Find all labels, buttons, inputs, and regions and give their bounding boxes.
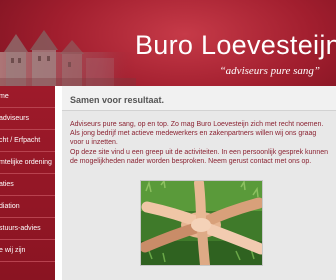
nav-item-home[interactable]: me [0,86,55,108]
nav-item-ruimtelijke-ordening[interactable]: mtelijke ordening [0,152,55,174]
nav-item-label: e wij zijn [0,247,26,254]
main-content: Samen voor resultaat. Adviseurs pure san… [62,86,336,280]
nav-item-label: stuurs-advies [0,225,41,232]
nav-item-label: diation [0,203,20,210]
content-header: Samen voor resultaat. [62,86,336,111]
activities-paragraph: Op deze site vind u een greep uit de act… [70,149,328,165]
nav-item-pacht-erfpacht[interactable]: cht / Erfpacht [0,130,55,152]
page-title: Samen voor resultaat. [70,95,165,105]
hands-photo [140,180,263,266]
nav-item-label: me [0,93,9,100]
nav-item-adviseurs[interactable]: adviseurs [0,108,55,130]
nav-item-taxaties[interactable]: aties [0,174,55,196]
nav-item-bestuurs-advies[interactable]: stuurs-advies [0,218,55,240]
site-header: Buro Loevesteijn “adviseurs pure sang” [0,0,336,86]
site-tagline: “adviseurs pure sang” [219,65,320,77]
nav-item-label: aties [0,181,14,188]
sidebar-nav: me adviseurs cht / Erfpacht mtelijke ord… [0,86,55,280]
nav-item-label: adviseurs [0,115,29,122]
nav-item-label: mtelijke ordening [0,159,52,166]
nav-item-mediation[interactable]: diation [0,196,55,218]
castle-image [0,30,136,86]
nav-item-label: cht / Erfpacht [0,137,41,144]
nav-item-wie-wij-zijn[interactable]: e wij zijn [0,240,55,262]
site-title: Buro Loevesteijn [135,30,336,60]
intro-paragraph: Adviseurs pure sang, op en top. Zo mag B… [70,121,324,146]
